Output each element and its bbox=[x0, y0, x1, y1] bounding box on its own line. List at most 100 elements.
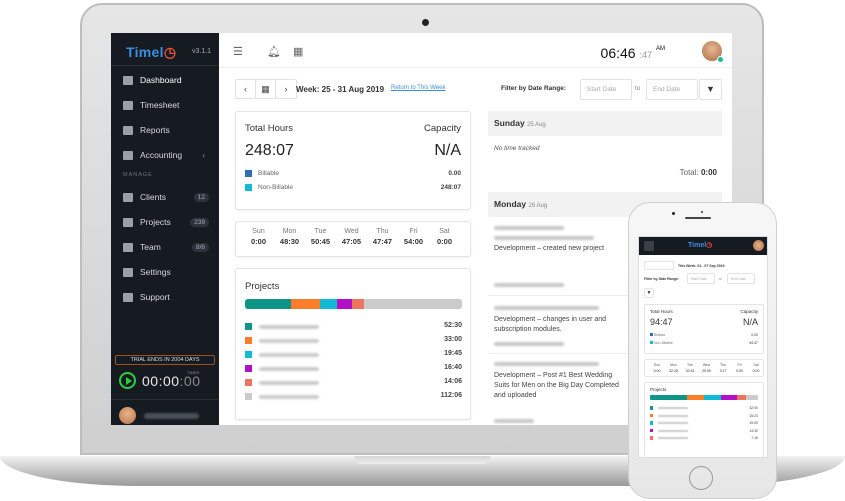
phone-project-row[interactable]: 7:16 bbox=[650, 436, 758, 441]
phone-start-date-input[interactable]: Start Date bbox=[687, 273, 715, 284]
count-badge: 12 bbox=[193, 192, 209, 202]
user-name-blurred bbox=[144, 412, 199, 419]
project-row[interactable]: 33:00 bbox=[245, 336, 462, 346]
phone-projects-title: Projects bbox=[650, 387, 667, 392]
project-row[interactable]: 16:40 bbox=[245, 364, 462, 374]
sidebar-item-projects[interactable]: Projects 239 bbox=[111, 211, 219, 233]
start-date-input[interactable]: Start Date bbox=[580, 79, 632, 100]
project-time: 52:30 bbox=[444, 322, 462, 329]
hamburger-menu-icon[interactable]: ☰ bbox=[233, 45, 243, 58]
phone-day-sun: Sun 0:00 bbox=[649, 363, 665, 373]
sidebar-item-support[interactable]: Support bbox=[111, 286, 219, 308]
phone-project-row[interactable]: 32:00 bbox=[650, 406, 758, 411]
count-badge: 239 bbox=[190, 217, 209, 227]
phone-capacity-label: Capacity bbox=[740, 309, 758, 314]
play-icon[interactable] bbox=[119, 372, 136, 389]
to-label: to bbox=[635, 85, 641, 92]
phone-nonbillable-value: 94:47 bbox=[749, 341, 758, 345]
clock-sec: :47 bbox=[639, 50, 652, 60]
project-row[interactable]: 19:45 bbox=[245, 350, 462, 360]
bell-icon[interactable]: 🔔︎ bbox=[267, 45, 281, 58]
phone-project-bar-segment[interactable] bbox=[650, 395, 687, 400]
entry-description[interactable]: Development – Post #1 Best Wedding Suits… bbox=[494, 371, 619, 401]
projects-card: Projects 52:30 33:00 19:45 16:40 14:06 112:06 bbox=[235, 268, 471, 420]
phone-day-fri: Fri 0:00 bbox=[732, 363, 748, 373]
phone-project-row[interactable]: 15:00 bbox=[650, 421, 758, 426]
sidebar-item-timesheet[interactable]: Timesheet bbox=[111, 94, 219, 116]
project-name-blurred bbox=[259, 367, 319, 371]
avatar[interactable] bbox=[702, 41, 724, 63]
total-hours-label: Total Hours bbox=[245, 123, 294, 134]
sidebar-item-accounting[interactable]: Accounting ‹ bbox=[111, 144, 219, 166]
day-name: Sat bbox=[439, 228, 450, 235]
day-name: Sun bbox=[252, 228, 265, 235]
day-hours: 47:47 bbox=[372, 237, 393, 246]
phone-project-bar-segment[interactable] bbox=[721, 395, 738, 400]
day-hours: 0:00 bbox=[752, 369, 760, 373]
sidebar-item-clients[interactable]: Clients 12 bbox=[111, 186, 219, 208]
phone-end-date-input[interactable]: End Date bbox=[727, 273, 755, 284]
day-hours: 3:27 bbox=[719, 369, 727, 373]
project-row[interactable]: 14:06 bbox=[245, 378, 462, 388]
filter-label: Filter by Date Range: bbox=[501, 85, 567, 92]
phone-avatar[interactable] bbox=[753, 240, 764, 251]
phone-capacity-value: N/A bbox=[742, 317, 758, 327]
chevron-left-icon: ‹ bbox=[202, 150, 205, 160]
week-label: Week: 25 - 31 Aug 2019 bbox=[296, 85, 385, 94]
project-time: 112:06 bbox=[440, 392, 462, 399]
phone-week-navigator[interactable] bbox=[644, 261, 674, 270]
project-swatch bbox=[650, 421, 653, 425]
entry-description[interactable]: Development – changes in user and subscr… bbox=[494, 315, 619, 335]
project-bar-segment[interactable] bbox=[351, 299, 365, 309]
project-time: 7:16 bbox=[751, 436, 758, 440]
phone-project-bar-segment[interactable] bbox=[686, 395, 704, 400]
day-name: Tue bbox=[687, 363, 693, 367]
total-label: Total: bbox=[679, 168, 699, 177]
project-name-blurred bbox=[658, 422, 688, 424]
calculator-icon[interactable]: ▦ bbox=[293, 45, 303, 58]
project-bar-segment[interactable] bbox=[364, 299, 462, 309]
trial-banner[interactable]: TRIAL ENDS IN 2004 DAYS bbox=[115, 355, 215, 365]
end-date-input[interactable]: End Date bbox=[646, 79, 698, 100]
project-bar-segment[interactable] bbox=[319, 299, 338, 309]
phone-project-bar-segment[interactable] bbox=[746, 395, 758, 400]
day-name: Fri bbox=[737, 363, 742, 367]
sidebar-item-team[interactable]: Team 8/6 bbox=[111, 236, 219, 258]
user-profile[interactable] bbox=[119, 407, 199, 424]
next-week-button[interactable]: › bbox=[276, 80, 296, 98]
billable-swatch bbox=[245, 170, 252, 177]
project-bar-segment[interactable] bbox=[337, 299, 352, 309]
day-hours: 54:00 bbox=[403, 237, 424, 246]
sidebar-item-reports[interactable]: Reports bbox=[111, 119, 219, 141]
day-header-sunday: Sunday 25 Aug bbox=[488, 111, 722, 136]
phone-project-bar-segment[interactable] bbox=[703, 395, 722, 400]
calendar-icon[interactable]: ▦ bbox=[256, 80, 276, 98]
return-to-this-week-link[interactable]: Return to This Week bbox=[391, 85, 445, 91]
accounting-icon bbox=[123, 150, 133, 160]
sidebar-item-label: Dashboard bbox=[140, 75, 182, 85]
entry-description[interactable]: Development – created new project bbox=[494, 244, 619, 254]
filter-button[interactable]: ▼ bbox=[699, 79, 722, 100]
sidebar-item-label: Team bbox=[140, 242, 161, 252]
phone-menu-icon[interactable] bbox=[644, 241, 654, 251]
phone-project-bar-segment[interactable] bbox=[737, 395, 747, 400]
project-bar-segment[interactable] bbox=[245, 299, 291, 309]
phone-billable-label: Billable bbox=[650, 333, 665, 337]
phone-filter-label: Filter by Date Range: bbox=[644, 277, 680, 281]
sidebar-item-dashboard[interactable]: Dashboard bbox=[111, 69, 219, 91]
entry-project-blurred bbox=[494, 306, 599, 310]
clock-logo-icon: ◷ bbox=[163, 44, 177, 60]
prev-week-button[interactable]: ‹ bbox=[236, 80, 256, 98]
entry-project-blurred bbox=[494, 226, 564, 230]
phone-filter-button[interactable]: ▼ bbox=[644, 288, 654, 298]
day-name: Mon bbox=[282, 228, 297, 235]
team-icon bbox=[123, 242, 133, 252]
project-bar-segment[interactable] bbox=[291, 299, 320, 309]
project-row[interactable]: 52:30 bbox=[245, 322, 462, 332]
project-row[interactable]: 112:06 bbox=[245, 392, 462, 402]
home-button[interactable] bbox=[689, 466, 713, 490]
brand-logo[interactable]: Timel◷ bbox=[126, 44, 176, 61]
phone-project-row[interactable]: 14:30 bbox=[650, 428, 758, 434]
sidebar-item-settings[interactable]: Settings bbox=[111, 261, 219, 283]
phone-project-row[interactable]: 15:23 bbox=[650, 413, 758, 419]
